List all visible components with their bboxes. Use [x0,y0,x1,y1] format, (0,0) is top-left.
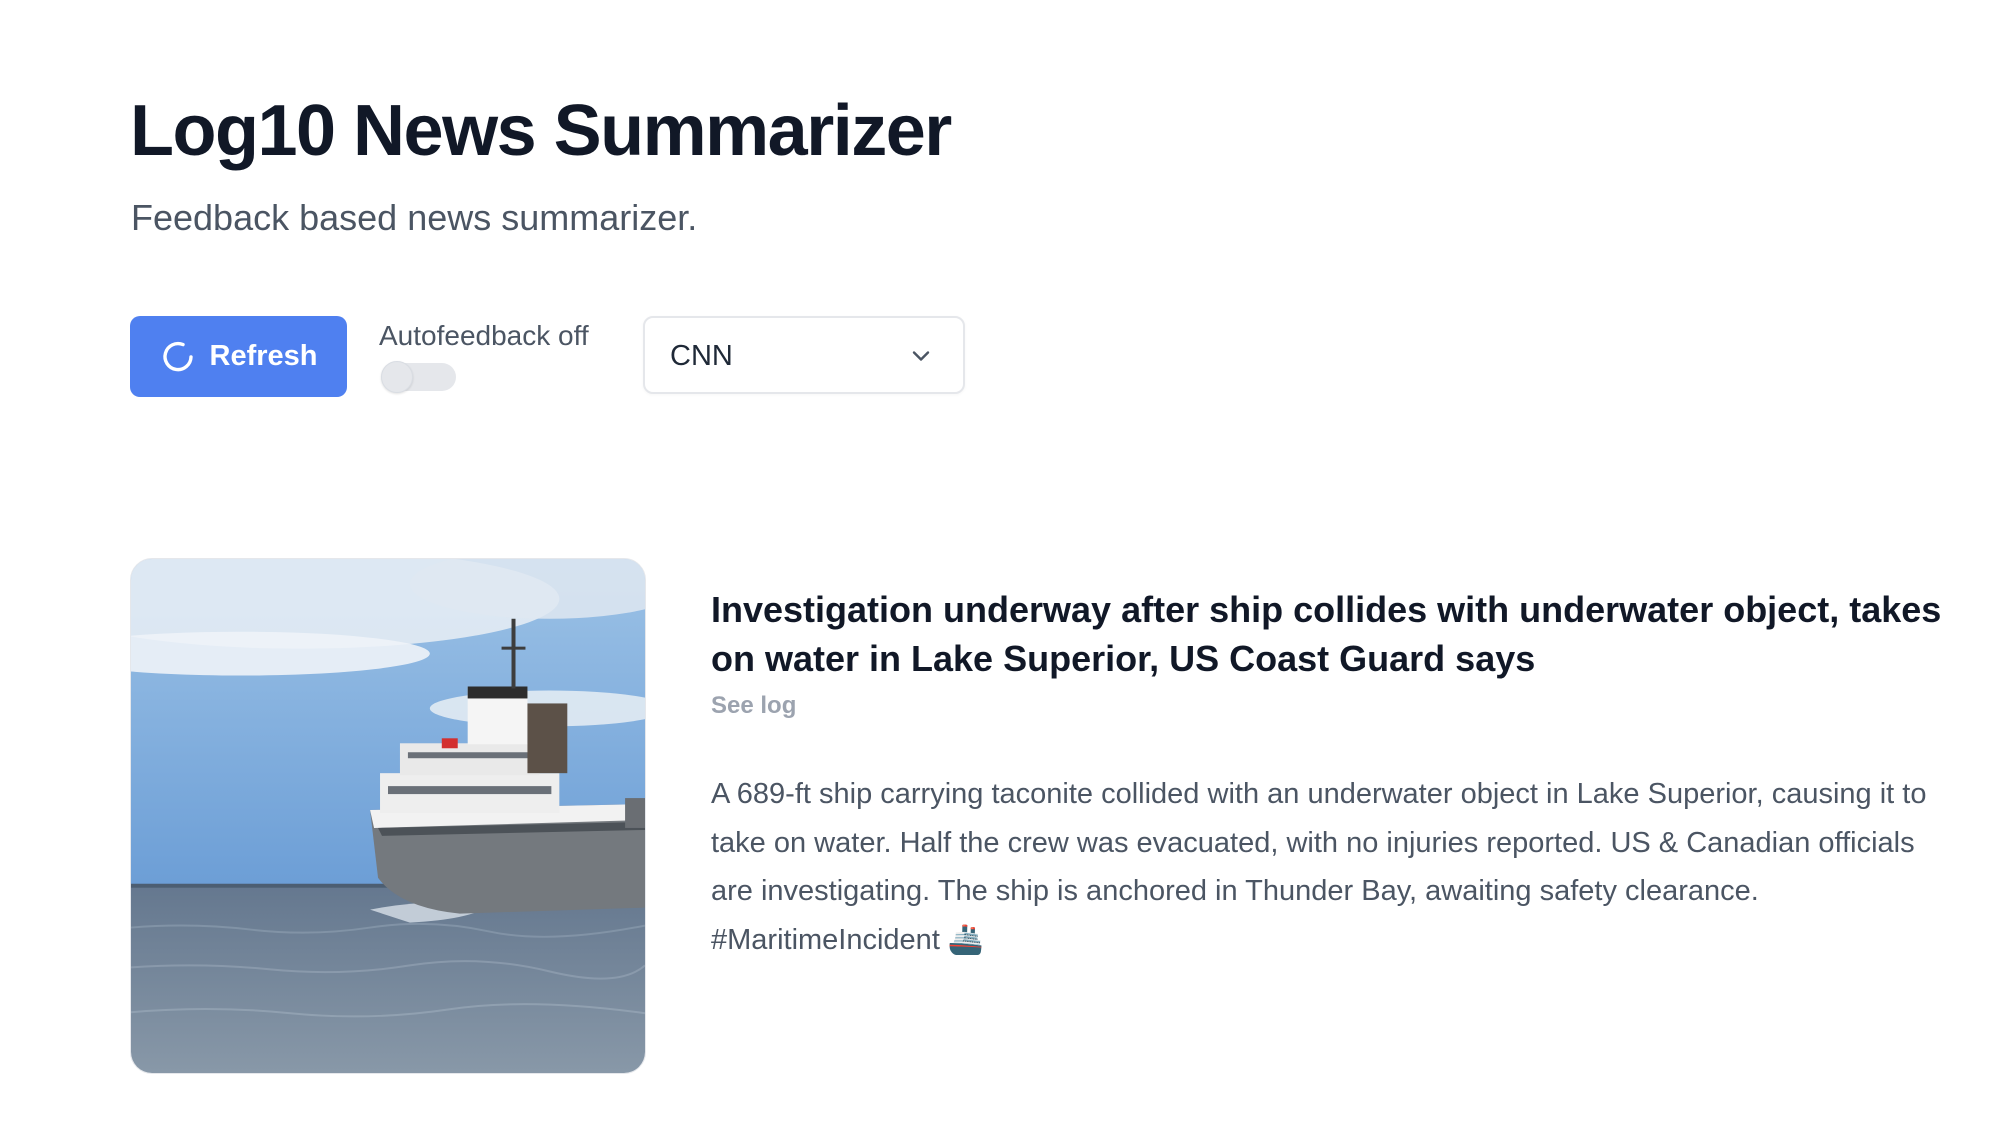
page-subtitle: Feedback based news summarizer. [131,197,698,238]
see-log-link[interactable]: See log [711,690,796,722]
autofeedback-toggle[interactable] [381,361,456,393]
article-headline[interactable]: Investigation underway after ship collid… [711,585,1951,683]
autofeedback-label: Autofeedback off [379,320,589,351]
page-title: Log10 News Summarizer [130,91,952,171]
refresh-icon [160,339,196,375]
toggle-knob [381,361,413,393]
refresh-button[interactable]: Refresh [130,316,347,397]
news-source-value: CNN [670,340,733,372]
chevron-down-icon [912,351,930,361]
app-page: Log10 News Summarizer Feedback based new… [0,0,1992,1148]
article-image [130,558,646,1074]
article-summary: A 689-ft ship carrying taconite collided… [711,778,1927,956]
news-source-select[interactable]: CNN [643,316,965,394]
refresh-button-label: Refresh [209,340,318,372]
